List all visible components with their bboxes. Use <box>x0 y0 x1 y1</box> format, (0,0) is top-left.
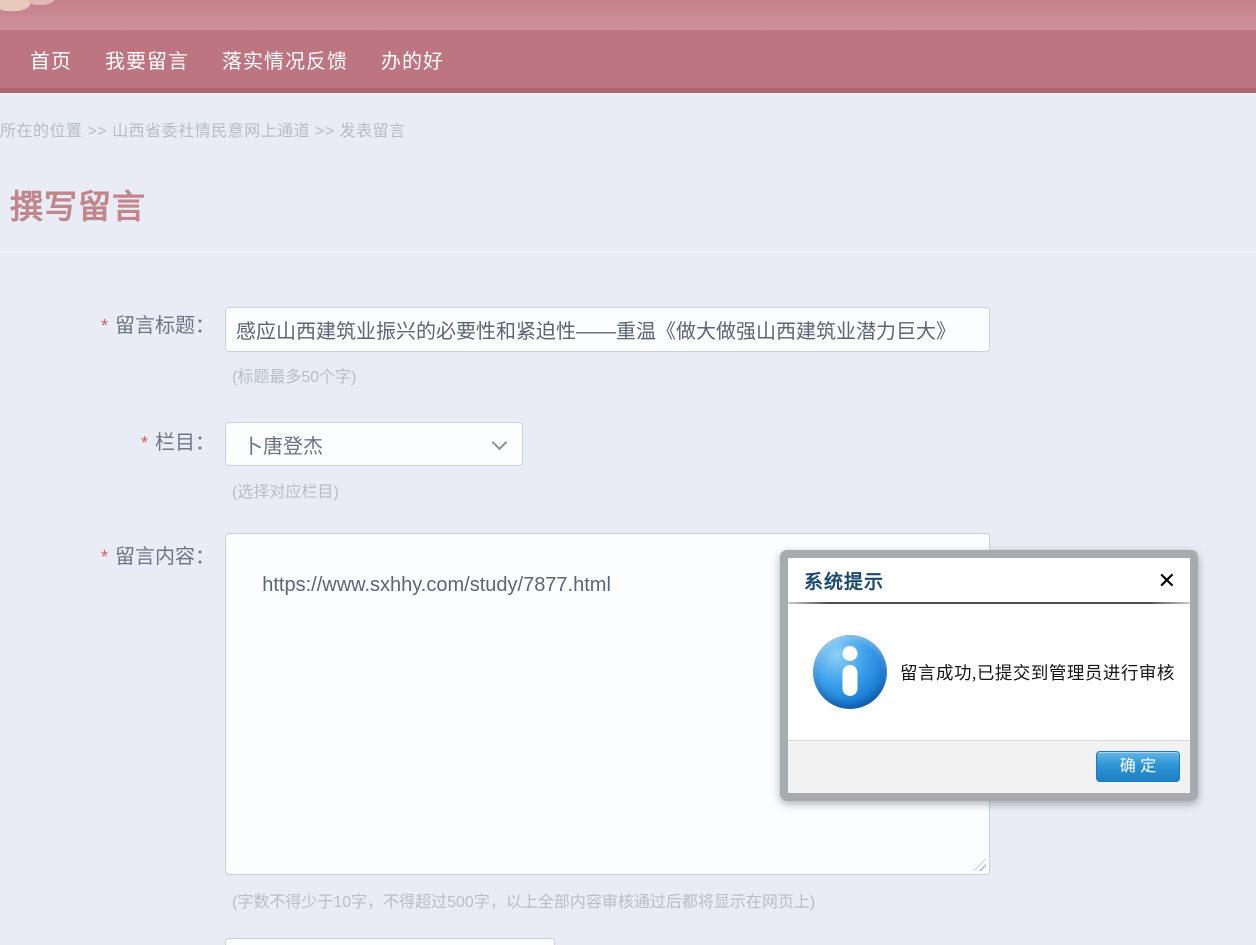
message-content-label-text: 留言内容： <box>115 546 215 568</box>
main-nav: 首页 我要留言 落实情况反馈 办的好 <box>0 30 1256 93</box>
dialog-body: 留言成功,已提交到管理员进行审核 <box>788 604 1190 740</box>
message-content-label: * 留言内容： <box>0 545 215 569</box>
info-icon-stem <box>843 665 858 696</box>
dialog-footer: 确 定 <box>788 740 1190 793</box>
message-title-label-text: 留言标题： <box>115 315 215 337</box>
nav-item-implementation-feedback[interactable]: 落实情况反馈 <box>222 45 348 74</box>
dialog-header: 系统提示 ✕ <box>788 558 1190 602</box>
required-mark: * <box>101 547 108 567</box>
message-content-text: https://www.sxhhy.com/study/7877.html <box>262 574 611 596</box>
info-icon-dot <box>843 646 858 661</box>
category-select[interactable]: 卜唐登杰 <box>225 422 523 466</box>
dialog-content: 系统提示 ✕ 留言成功,已提交到管理员进行审核 确 定 <box>788 558 1190 793</box>
message-title-input[interactable] <box>225 307 990 352</box>
dialog-title: 系统提示 <box>804 572 884 593</box>
message-title-hint: (标题最多50个字) <box>232 363 356 387</box>
required-mark: * <box>101 316 108 336</box>
cloud-decoration <box>0 0 72 22</box>
breadcrumb: 所在的位置 >> 山西省委社情民意网上通道 >> 发表留言 <box>0 117 406 141</box>
category-select-value: 卜唐登杰 <box>243 430 323 459</box>
resize-handle-icon[interactable] <box>973 858 986 871</box>
top-banner <box>0 0 1256 30</box>
next-field-input[interactable] <box>225 938 555 945</box>
close-icon[interactable]: ✕ <box>1158 570 1176 592</box>
system-prompt-dialog: 系统提示 ✕ 留言成功,已提交到管理员进行审核 确 定 <box>780 550 1198 801</box>
category-label-text: 栏目： <box>155 432 215 454</box>
required-mark: * <box>141 433 148 453</box>
chevron-down-icon <box>492 435 508 451</box>
confirm-button[interactable]: 确 定 <box>1096 751 1180 782</box>
message-title-label: * 留言标题： <box>0 314 215 338</box>
nav-item-home[interactable]: 首页 <box>30 45 72 74</box>
page-title: 撰写留言 <box>10 180 146 228</box>
dialog-message: 留言成功,已提交到管理员进行审核 <box>900 660 1175 685</box>
page: 首页 我要留言 落实情况反馈 办的好 所在的位置 >> 山西省委社情民意网上通道… <box>0 0 1256 945</box>
info-icon <box>813 635 887 709</box>
category-label: * 栏目： <box>0 431 215 455</box>
section-divider <box>0 251 1256 252</box>
nav-item-well-done[interactable]: 办的好 <box>381 45 444 74</box>
message-content-hint: (字数不得少于10字，不得超过500字，以上全部内容审核通过后都将显示在网页上) <box>232 888 815 912</box>
nav-item-leave-message[interactable]: 我要留言 <box>105 45 189 74</box>
category-hint: (选择对应栏目) <box>232 478 339 502</box>
